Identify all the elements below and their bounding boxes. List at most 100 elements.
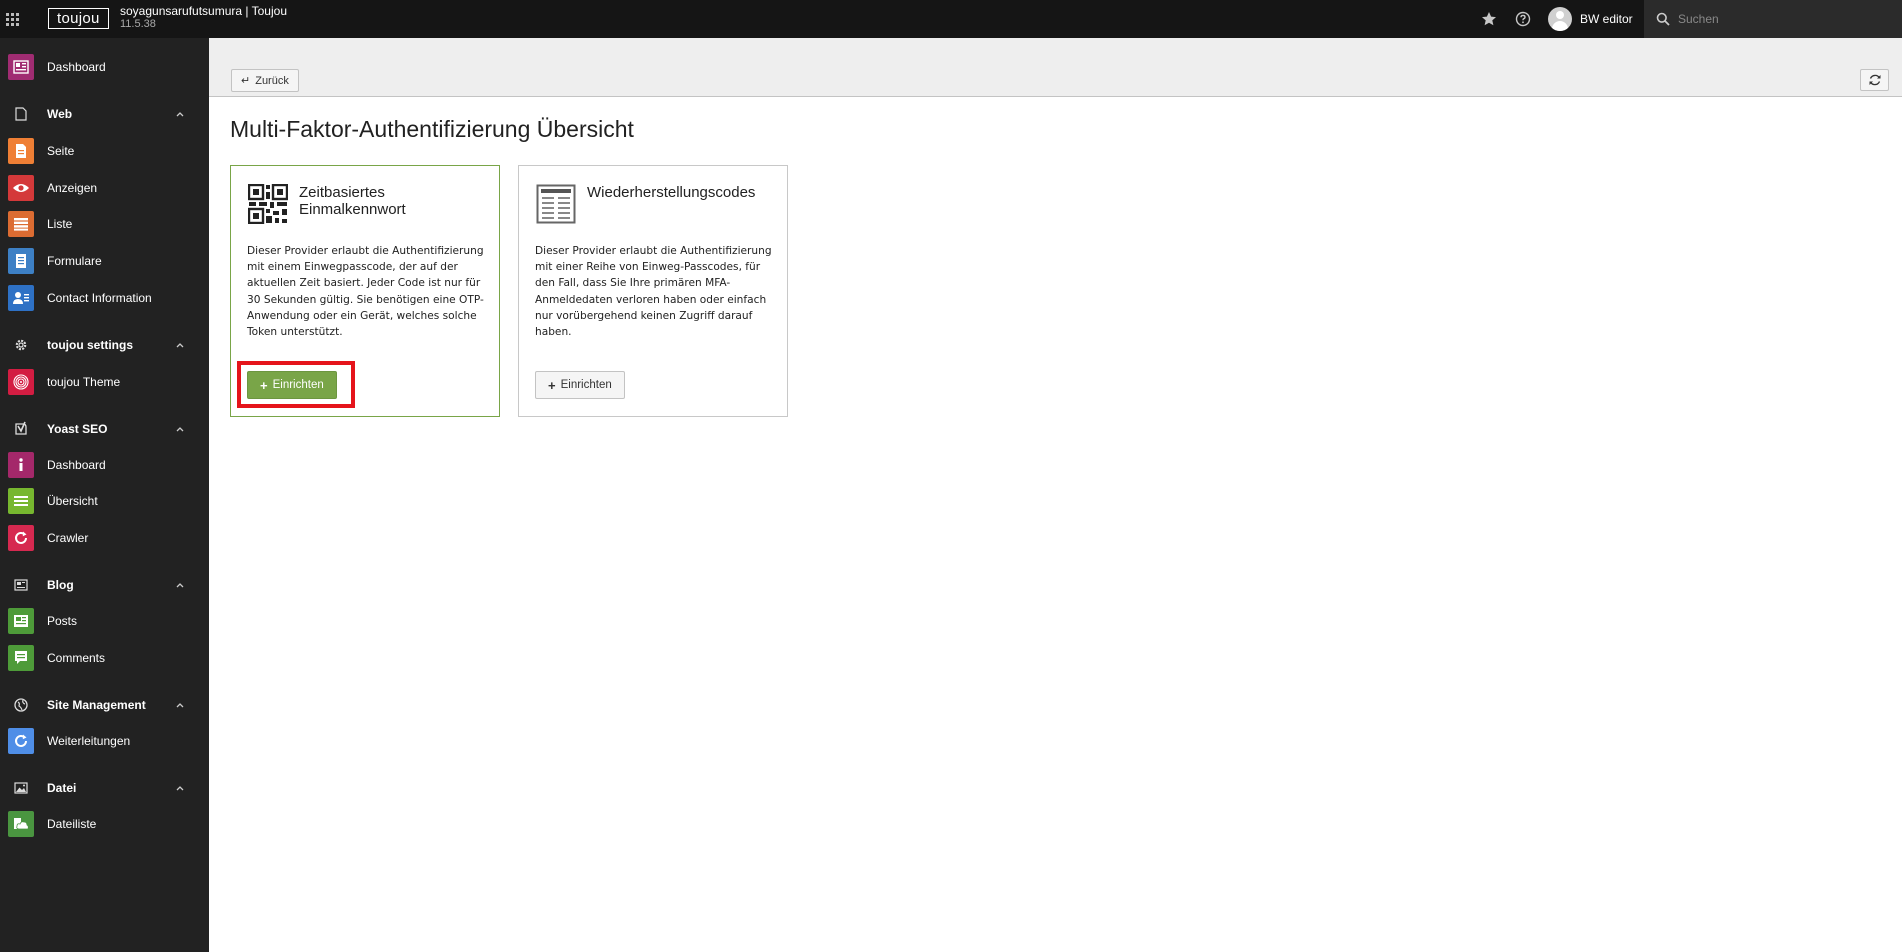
sidebar-item-label: Weiterleitungen	[47, 734, 131, 748]
card-description: Dieser Provider erlaubt die Authentifizi…	[535, 245, 772, 339]
image-icon	[8, 775, 34, 801]
sidebar-item-liste[interactable]: Liste	[0, 209, 209, 239]
list-icon	[8, 211, 34, 237]
search-input[interactable]	[1678, 12, 1878, 26]
sidebar-item-dashboard[interactable]: Dashboard	[0, 52, 209, 82]
sidebar-item-crawler[interactable]: Crawler	[0, 523, 209, 553]
user-name: BW editor	[1580, 12, 1633, 26]
setup-recovery-codes-button[interactable]: + Einrichten	[535, 371, 625, 399]
plus-icon: +	[548, 377, 556, 393]
comment-icon	[8, 645, 34, 671]
page-module-icon	[8, 138, 34, 164]
chevron-up-icon	[176, 786, 184, 791]
posts-icon	[8, 608, 34, 634]
user-menu[interactable]: BW editor	[1548, 5, 1633, 33]
top-bar: toujou soyagunsarufutsumura | Toujou 11.…	[0, 0, 1902, 38]
sidebar-group-label: Datei	[47, 781, 77, 795]
chevron-up-icon	[176, 343, 184, 348]
file-cloud-icon	[8, 811, 34, 837]
toujou-logo[interactable]: toujou	[48, 8, 109, 29]
chevron-up-icon	[176, 112, 184, 117]
module-menu-toggle[interactable]	[0, 0, 24, 38]
card-description: Dieser Provider erlaubt die Authentifizi…	[247, 245, 484, 339]
setup-button-label: Einrichten	[272, 379, 324, 391]
plus-icon: +	[260, 377, 268, 393]
sidebar-item-posts[interactable]: Posts	[0, 606, 209, 636]
help-button[interactable]	[1513, 9, 1533, 29]
sidebar-group-label: Yoast SEO	[47, 422, 108, 436]
sidebar-group-label: toujou settings	[47, 338, 133, 352]
sidebar-item-label: Formulare	[47, 254, 102, 268]
yoast-icon	[8, 416, 34, 442]
sidebar-group-label: Site Management	[47, 698, 146, 712]
refresh-icon	[1869, 74, 1880, 86]
site-version: 11.5.38	[120, 18, 156, 30]
grid-icon	[5, 12, 19, 26]
sidebar-group-label: Blog	[47, 578, 74, 592]
back-button-label: Zurück	[255, 74, 289, 87]
provider-card-recovery-codes: Wiederherstellungscodes Dieser Provider …	[518, 165, 788, 417]
sidebar-item-formulare[interactable]: Formulare	[0, 246, 209, 276]
contact-icon	[8, 285, 34, 311]
overview-list-icon	[8, 488, 34, 514]
sidebar-group-blog[interactable]: Blog	[0, 570, 209, 600]
page-title: Multi-Faktor-Authentifizierung Übersicht	[230, 116, 634, 142]
bookmarks-button[interactable]	[1479, 9, 1499, 29]
setup-button-label: Einrichten	[560, 379, 612, 391]
sidebar-item-contact-information[interactable]: Contact Information	[0, 283, 209, 313]
module-sidebar: Dashboard Web Seite Anzeigen Liste Formu…	[0, 38, 209, 952]
sidebar-group-site-management[interactable]: Site Management	[0, 690, 209, 720]
fingerprint-icon	[8, 369, 34, 395]
redirect-icon	[8, 728, 34, 754]
newspaper-icon	[8, 572, 34, 598]
sidebar-group-datei[interactable]: Datei	[0, 773, 209, 803]
setup-totp-button[interactable]: + Einrichten	[247, 371, 337, 399]
chevron-up-icon	[176, 703, 184, 708]
sidebar-item-label: Übersicht	[47, 494, 98, 508]
provider-card-totp: Zeitbasiertes Einmalkennwort Dieser Prov…	[230, 165, 500, 417]
page-icon	[8, 101, 34, 127]
globe-icon	[8, 692, 34, 718]
sidebar-group-yoast-seo[interactable]: Yoast SEO	[0, 414, 209, 444]
sidebar-item-label: Seite	[47, 144, 75, 158]
sidebar-group-toujou-settings[interactable]: toujou settings	[0, 330, 209, 360]
sidebar-item-label: Liste	[47, 217, 73, 231]
card-title: Wiederherstellungscodes	[587, 184, 756, 201]
sidebar-item-label: toujou Theme	[47, 375, 121, 389]
sidebar-item-label: Dateiliste	[47, 817, 97, 831]
sidebar-item-seite[interactable]: Seite	[0, 136, 209, 166]
sidebar-item-weiterleitungen[interactable]: Weiterleitungen	[0, 726, 209, 756]
sidebar-item-comments[interactable]: Comments	[0, 643, 209, 673]
site-name: soyagunsarufutsumura | Toujou	[120, 4, 287, 18]
qr-code-icon	[248, 184, 288, 224]
sidebar-item-yoast-uebersicht[interactable]: Übersicht	[0, 486, 209, 516]
sidebar-item-yoast-dashboard[interactable]: Dashboard	[0, 450, 209, 480]
sidebar-item-anzeigen[interactable]: Anzeigen	[0, 173, 209, 203]
recovery-codes-icon	[536, 184, 576, 224]
sidebar-item-label: Contact Information	[47, 291, 152, 305]
avatar	[1548, 7, 1572, 31]
star-icon	[1482, 12, 1496, 26]
sidebar-group-label: Web	[47, 107, 73, 121]
chevron-up-icon	[176, 583, 184, 588]
sidebar-item-label: Dashboard	[47, 458, 106, 472]
sidebar-item-label: Crawler	[47, 531, 89, 545]
sidebar-item-label: Dashboard	[47, 60, 106, 74]
sidebar-item-label: Posts	[47, 614, 78, 628]
search-bar	[1644, 0, 1902, 38]
chevron-up-icon	[176, 427, 184, 432]
form-icon	[8, 248, 34, 274]
dashboard-icon	[8, 54, 34, 80]
card-title: Zeitbasiertes Einmalkennwort	[299, 184, 406, 218]
sidebar-item-label: Anzeigen	[47, 181, 98, 195]
doc-header: ↵ Zurück	[209, 38, 1902, 97]
refresh-icon	[8, 525, 34, 551]
sidebar-item-dateiliste[interactable]: Dateiliste	[0, 809, 209, 839]
sidebar-item-toujou-theme[interactable]: toujou Theme	[0, 367, 209, 397]
refresh-button[interactable]	[1860, 69, 1889, 91]
return-arrow-icon: ↵	[241, 75, 251, 87]
sidebar-group-web[interactable]: Web	[0, 99, 209, 129]
info-icon	[8, 452, 34, 478]
sidebar-item-label: Comments	[47, 651, 106, 665]
back-button[interactable]: ↵ Zurück	[231, 69, 299, 92]
